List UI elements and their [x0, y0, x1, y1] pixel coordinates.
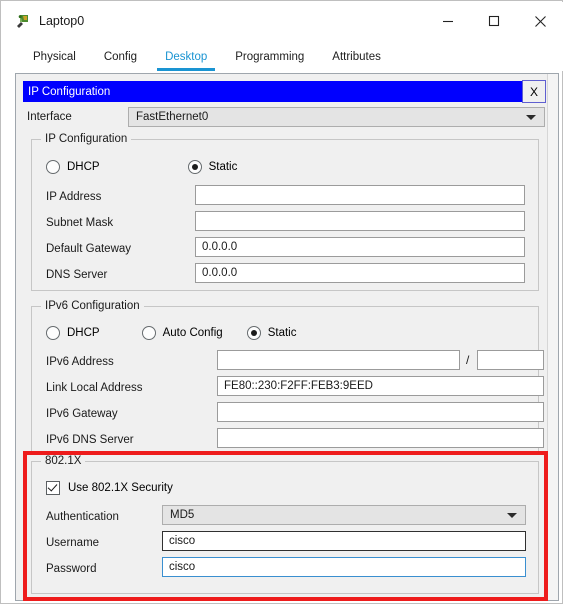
dns-server-input[interactable]: 0.0.0.0 — [195, 263, 525, 283]
desktop-content-panel: IP Configuration X Interface FastEtherne… — [15, 73, 559, 601]
interface-dropdown[interactable]: FastEthernet0 — [128, 107, 545, 127]
ipv6-gateway-label: IPv6 Gateway — [46, 408, 118, 420]
ipv6-gateway-input[interactable] — [217, 402, 544, 422]
password-input[interactable]: cisco — [162, 557, 526, 577]
minimize-button[interactable] — [425, 2, 471, 40]
interface-value: FastEthernet0 — [136, 111, 209, 123]
tab-programming[interactable]: Programming — [221, 50, 318, 71]
ipv6-dhcp-label: DHCP — [67, 327, 100, 339]
ip-address-label: IP Address — [46, 191, 102, 203]
dialog-title: IP Configuration — [28, 85, 111, 98]
interface-row: Interface FastEthernet0 — [23, 107, 545, 127]
maximize-button[interactable] — [471, 2, 517, 40]
ipv6-mode-radios: DHCP Auto Config Static — [46, 326, 296, 340]
window-title: Laptop0 — [39, 14, 85, 28]
checkbox-checked-icon — [46, 481, 60, 495]
ipv6-static-label: Static — [267, 327, 297, 339]
default-gateway-label: Default Gateway — [46, 243, 132, 255]
use-dot1x-security-checkbox[interactable]: Use 802.1X Security — [46, 481, 173, 495]
laptop0-window: Laptop0 Physical Config Desktop Programm… — [0, 0, 563, 604]
radio-circle-selected-icon — [246, 326, 261, 340]
tab-desktop[interactable]: Desktop — [151, 50, 221, 71]
ipv4-dhcp-label: DHCP — [67, 161, 100, 173]
ipv4-static-label: Static — [208, 161, 238, 173]
ipv6-auto-config-label: Auto Config — [162, 327, 223, 339]
default-gateway-input[interactable]: 0.0.0.0 — [195, 237, 525, 257]
ipv4-dhcp-radio[interactable]: DHCP — [46, 160, 100, 174]
ipv6-prefix-separator: / — [466, 353, 470, 367]
ipv4-static-radio[interactable]: Static — [187, 160, 238, 174]
ipv6-prefix-length-input[interactable] — [477, 350, 544, 370]
tab-config[interactable]: Config — [90, 50, 151, 71]
ipv6-address-label: IPv6 Address — [46, 356, 114, 368]
chevron-down-icon — [526, 115, 536, 120]
ipv6-dns-server-label: IPv6 DNS Server — [46, 434, 134, 446]
ipv6-configuration-group-title: IPv6 Configuration — [41, 300, 144, 312]
radio-circle-icon — [46, 160, 60, 174]
radio-circle-icon — [141, 326, 156, 340]
authentication-value: MD5 — [170, 509, 195, 521]
ip-configuration-group-title: IP Configuration — [41, 133, 132, 145]
ipv6-dns-server-input[interactable] — [217, 428, 544, 448]
dns-server-label: DNS Server — [46, 269, 108, 281]
username-label: Username — [46, 537, 100, 549]
link-local-address-label: Link Local Address — [46, 382, 143, 394]
tab-attributes[interactable]: Attributes — [318, 50, 395, 71]
radio-circle-icon — [46, 326, 60, 340]
ipv4-mode-radios: DHCP Static — [46, 160, 237, 174]
ip-address-input[interactable] — [195, 185, 525, 205]
close-button[interactable] — [517, 2, 563, 40]
ipv6-auto-config-radio[interactable]: Auto Config — [141, 326, 223, 340]
packet-tracer-laptop-icon — [14, 13, 30, 29]
password-label: Password — [46, 563, 97, 575]
dot1x-group-title: 802.1X — [41, 455, 86, 467]
authentication-label: Authentication — [46, 511, 119, 523]
dialog-close-button[interactable]: X — [522, 80, 546, 103]
radio-circle-selected-icon — [187, 160, 202, 174]
vertical-scrollbar[interactable] — [547, 74, 558, 600]
window-titlebar: Laptop0 — [2, 2, 563, 40]
subnet-mask-label: Subnet Mask — [46, 217, 114, 229]
ipv6-dhcp-radio[interactable]: DHCP — [46, 326, 100, 340]
link-local-address-input[interactable]: FE80::230:F2FF:FEB3:9EED — [217, 376, 544, 396]
interface-label: Interface — [27, 111, 72, 123]
ipv6-configuration-group: IPv6 Configuration DHCP Auto Config Stat… — [31, 300, 544, 454]
username-input[interactable]: cisco — [162, 531, 526, 551]
use-dot1x-security-label: Use 802.1X Security — [68, 482, 173, 494]
chevron-down-icon — [507, 513, 517, 518]
ip-configuration-dialog-header: IP Configuration X — [23, 80, 546, 103]
tab-physical[interactable]: Physical — [19, 50, 90, 71]
ipv6-address-input[interactable] — [217, 350, 460, 370]
ipv6-static-radio[interactable]: Static — [246, 326, 297, 340]
tab-strip: Physical Config Desktop Programming Attr… — [2, 40, 563, 71]
window-controls — [425, 2, 563, 40]
authentication-dropdown[interactable]: MD5 — [162, 505, 526, 525]
subnet-mask-input[interactable] — [195, 211, 525, 231]
ip-configuration-group: IP Configuration DHCP Static IP Address … — [31, 133, 539, 291]
dot1x-group: 802.1X Use 802.1X Security Authenticatio… — [31, 455, 539, 594]
